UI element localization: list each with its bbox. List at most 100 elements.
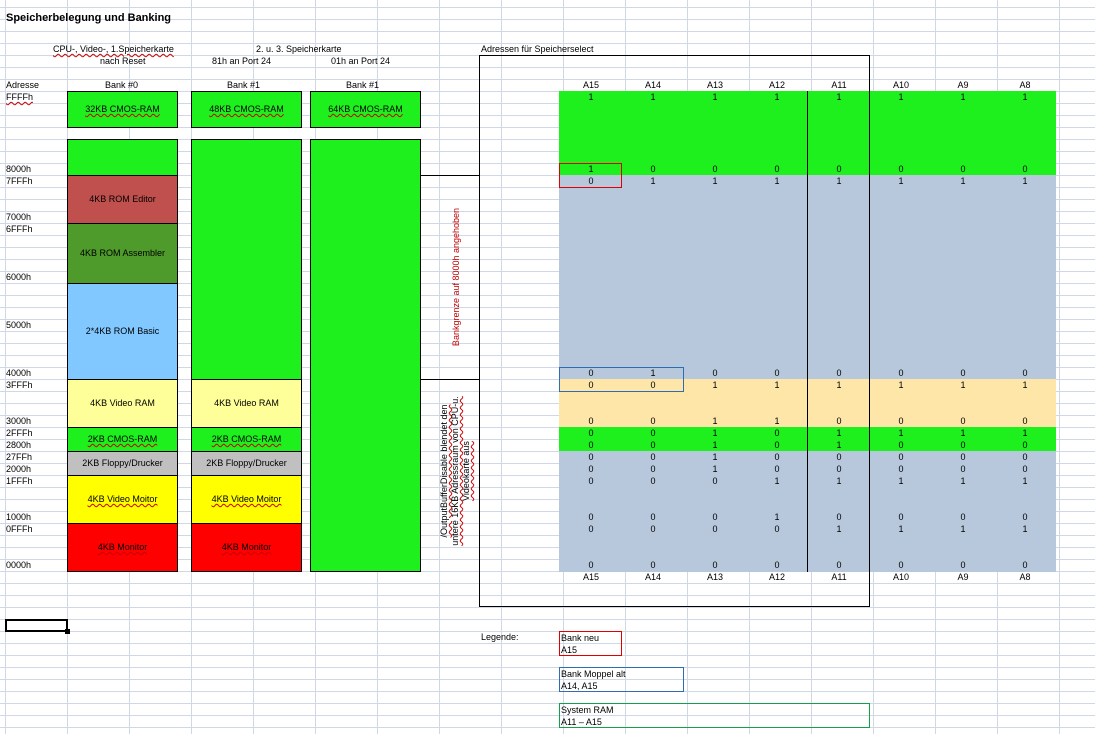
bit-cell: 1	[836, 476, 842, 486]
bit-cell: 1	[1022, 92, 1028, 102]
bit-header-top: A8	[1019, 80, 1031, 90]
bit-cell: 0	[774, 440, 780, 450]
bit-cell: 0	[836, 368, 842, 378]
bit-cell: 0	[898, 440, 904, 450]
addr-label: 6FFFh	[6, 224, 33, 234]
legend-bank-neu-title: Bank neu	[561, 633, 600, 643]
legend-system-ram-title: System RAM	[561, 705, 614, 715]
bit-cell: 0	[836, 416, 842, 426]
bit-cell: 0	[960, 416, 966, 426]
bit-cell: 0	[712, 476, 718, 486]
addr-label: 4000h	[6, 368, 32, 378]
bit-header-bottom: A15	[582, 572, 599, 582]
bit-cell: 0	[960, 464, 966, 474]
bit-cell: 0	[588, 512, 594, 522]
bit-header-bottom: A8	[1019, 572, 1031, 582]
note-bankgrenze: Bankgrenze auf 8000h angehoben	[451, 207, 461, 347]
bit-cell: 1	[1022, 176, 1028, 186]
bit-cell: 0	[712, 560, 718, 570]
bit-cell: 0	[588, 524, 594, 534]
bank1a-cmos-ram-block-lower	[191, 139, 302, 380]
selected-cell[interactable]	[5, 619, 68, 632]
bit-cell: 0	[774, 524, 780, 534]
addr-label: 2000h	[6, 464, 32, 474]
bit-header-top: A15	[582, 80, 599, 90]
bit-cell: 0	[1022, 416, 1028, 426]
bank0-cmos-ram-block-lower	[67, 139, 178, 176]
bit-cell: 0	[650, 440, 656, 450]
bit-cell: 1	[650, 176, 656, 186]
bit-cell: 1	[774, 416, 780, 426]
bit-cell: 0	[712, 368, 718, 378]
bit-cell: 0	[836, 560, 842, 570]
header-speicherkarte: 2. u. 3. Speicherkarte	[256, 44, 342, 54]
bit-cell: 1	[712, 464, 718, 474]
bit-cell: 1	[1022, 380, 1028, 390]
addr-label: 1000h	[6, 512, 32, 522]
bit-cell: 1	[774, 176, 780, 186]
bit-cell: 1	[836, 380, 842, 390]
bit-cell: 0	[588, 428, 594, 438]
bit-cell: 0	[898, 164, 904, 174]
bit-cell: 0	[960, 368, 966, 378]
header-81h: 81h an Port 24	[212, 56, 272, 66]
bit-cell: 1	[960, 524, 966, 534]
bit-cell: 0	[650, 560, 656, 570]
bank-boundary-line	[421, 175, 480, 176]
bit-cell: 0	[650, 416, 656, 426]
bit-header-top: A13	[706, 80, 723, 90]
bank0-rom-assembler-block: 4KB ROM Assembler	[67, 223, 178, 284]
bit-cell: 0	[836, 512, 842, 522]
bit-cell: 0	[1022, 464, 1028, 474]
bank0-video-monitor-block: 4KB Video Moitor	[67, 475, 178, 524]
addr-label: 2800h	[6, 440, 32, 450]
bank0-rom-basic-block: 2*4KB ROM Basic	[67, 283, 178, 380]
bit-cell: 1	[774, 92, 780, 102]
bit-cell: 0	[712, 164, 718, 174]
bank1a-cmos-ram-block: 48KB CMOS-RAM	[191, 91, 302, 128]
bit-cell: 1	[836, 428, 842, 438]
bit-header-bottom: A13	[706, 572, 723, 582]
addr-label: 3FFFh	[6, 380, 33, 390]
header-cpu-video: CPU-, Video-, 1.Speicherkarte	[53, 44, 174, 54]
bank1b-cmos-ram-block-lower	[310, 139, 421, 572]
bit-cell: 0	[774, 452, 780, 462]
bit-cell: 0	[898, 416, 904, 426]
bank1a-cmos-2kb-block: 2KB CMOS-RAM	[191, 427, 302, 452]
addr-label: 27FFh	[6, 452, 33, 462]
bit-cell: 1	[712, 452, 718, 462]
bit-cell: 0	[960, 452, 966, 462]
bit-cell: 0	[588, 464, 594, 474]
bit-cell: 1	[836, 440, 842, 450]
bit-cell: 0	[588, 176, 594, 186]
bank1a-video-monitor-block: 4KB Video Moitor	[191, 475, 302, 524]
bank0-floppy-block: 2KB Floppy/Drucker	[67, 451, 178, 476]
header-bank1a: Bank #1	[227, 80, 261, 90]
bit-cell: 0	[898, 452, 904, 462]
addr-label: 5000h	[6, 320, 32, 330]
bit-cell: 0	[712, 512, 718, 522]
bit-cell: 1	[712, 92, 718, 102]
addr-label: 7FFFh	[6, 176, 33, 186]
legend-system-ram-bits: A11 – A15	[561, 717, 602, 727]
bit-header-top: A14	[644, 80, 661, 90]
bit-cell: 0	[1022, 440, 1028, 450]
bit-header-bottom: A11	[831, 572, 847, 582]
bit-header-bottom: A9	[957, 572, 969, 582]
bit-cell: 1	[898, 476, 904, 486]
bank1a-floppy-block: 2KB Floppy/Drucker	[191, 451, 302, 476]
fill-handle[interactable]	[65, 629, 70, 634]
bit-cell: 0	[650, 452, 656, 462]
addr-label: 8000h	[6, 164, 32, 174]
bit-cell: 1	[712, 428, 718, 438]
bank1a-monitor-block: 4KB Monitor	[191, 523, 302, 572]
header-adresse: Adresse	[6, 80, 40, 90]
bit-cell: 1	[960, 428, 966, 438]
header-bank1b: Bank #1	[346, 80, 380, 90]
bit-cell: 0	[774, 560, 780, 570]
bit-cell: 1	[712, 416, 718, 426]
addr-label: FFFFh	[6, 92, 33, 102]
addr-label: 6000h	[6, 272, 32, 282]
bit-cell: 1	[650, 92, 656, 102]
bit-header-top: A9	[957, 80, 969, 90]
